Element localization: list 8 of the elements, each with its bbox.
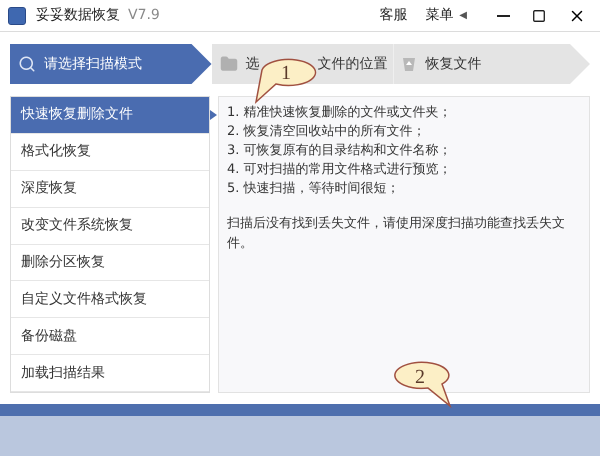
feature-line: 2. 恢复清空回收站中的所有文件； <box>227 123 427 141</box>
feature-line: 1. 精准快速恢复删除的文件或文件夹； <box>227 104 453 122</box>
feature-line: 3. 可恢复原有的目录结构和文件名称； <box>227 142 453 160</box>
hint-text: 扫描后没有找到丢失文件，请使用深度扫描功能查找丢失文件。 <box>227 215 566 253</box>
feature-line: 5. 快速扫描，等待时间很短； <box>227 180 401 198</box>
version-label: V7.9 <box>128 6 160 25</box>
feature-line: 4. 可对扫描的常用文件格式进行预览； <box>227 161 453 179</box>
window-title: 妥妥数据恢复 <box>36 6 120 25</box>
